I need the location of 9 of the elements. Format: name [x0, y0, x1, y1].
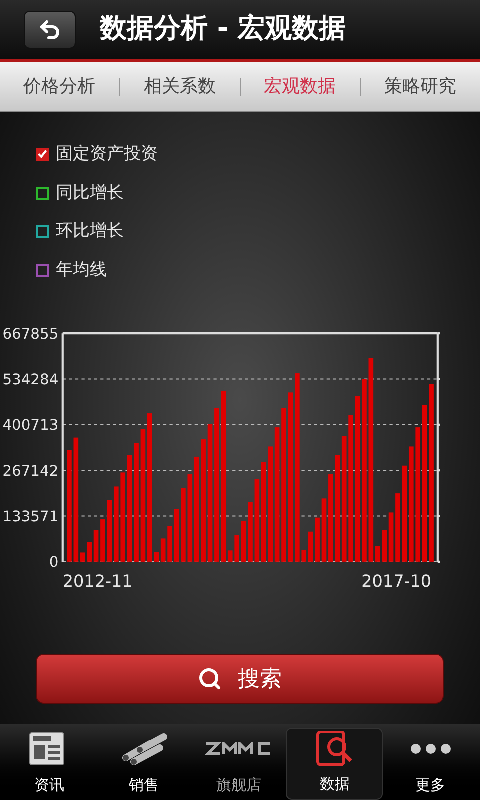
x-axis-label: 2012-11 [62, 571, 133, 592]
y-tick-label: 267142 [2, 462, 59, 480]
y-tick-label: 133571 [2, 508, 59, 526]
x-axis-label: 2017-10 [362, 571, 432, 592]
y-tick-label: 400713 [2, 417, 59, 434]
y-tick-label: 667855 [2, 326, 59, 343]
y-tick-label: 0 [49, 554, 59, 572]
y-tick-label: 534284 [2, 371, 59, 388]
window-title: 数据分析 - 宏观数据 [100, 12, 346, 46]
